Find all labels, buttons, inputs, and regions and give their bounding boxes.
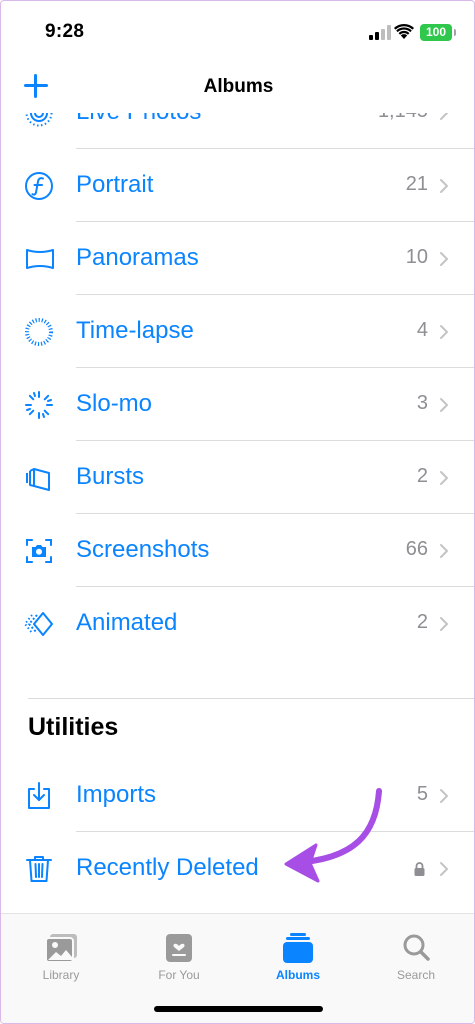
utility-label: Recently Deleted xyxy=(76,854,259,881)
utility-count: 5 xyxy=(416,783,428,805)
media-type-slo-mo[interactable]: Slo-mo 3 xyxy=(1,368,474,441)
media-type-bursts[interactable]: Bursts 2 xyxy=(1,441,474,514)
media-type-count: 2 xyxy=(416,611,428,633)
chevron-right-icon xyxy=(440,325,448,339)
chevron-right-icon xyxy=(440,617,448,631)
chevron-right-icon xyxy=(440,398,448,412)
tab-for-you[interactable]: For You xyxy=(120,928,238,988)
bursts-icon xyxy=(26,468,50,491)
media-type-label: Bursts xyxy=(76,463,145,490)
status-time: 9:28 xyxy=(45,21,85,42)
media-type-count: 4 xyxy=(416,319,428,341)
media-type-label: Slo-mo xyxy=(76,390,153,417)
chevron-right-icon xyxy=(440,252,448,266)
chevron-right-icon xyxy=(440,862,448,876)
media-type-time-lapse[interactable]: Time-lapse 4 xyxy=(1,295,474,368)
navigation-bar: Albums xyxy=(1,63,474,113)
media-type-label: Panoramas xyxy=(76,244,199,271)
tab-label: Search xyxy=(396,968,436,982)
search-icon xyxy=(403,934,430,961)
import-icon xyxy=(28,782,50,809)
cellular-signal-icon xyxy=(369,25,391,40)
phone-screen: 9:28 100 Live Photos 1,145 xyxy=(0,0,475,1024)
tab-search[interactable]: Search xyxy=(357,928,474,988)
wifi-icon xyxy=(394,24,414,39)
chevron-right-icon xyxy=(440,179,448,193)
screenshot-icon xyxy=(26,539,52,563)
tab-label: Library xyxy=(42,968,80,982)
page-title: Albums xyxy=(203,76,274,97)
media-type-count: 2 xyxy=(416,465,428,487)
utility-recently-deleted[interactable]: Recently Deleted xyxy=(1,832,474,905)
status-bar: 9:28 100 xyxy=(1,1,474,63)
chevron-right-icon xyxy=(440,544,448,558)
utility-imports[interactable]: Imports 5 xyxy=(1,759,474,832)
library-icon xyxy=(45,934,77,963)
tab-library[interactable]: Library xyxy=(2,928,120,988)
section-title-utilities: Utilities xyxy=(28,713,119,741)
tab-label: For You xyxy=(158,968,200,982)
media-type-count: 21 xyxy=(405,173,428,195)
media-type-count: 3 xyxy=(416,392,428,414)
albums-icon xyxy=(283,933,313,963)
media-type-screenshots[interactable]: Screenshots 66 xyxy=(1,514,474,587)
chevron-right-icon xyxy=(440,471,448,485)
tab-albums[interactable]: Albums xyxy=(239,928,357,988)
media-type-count: 66 xyxy=(405,538,428,560)
utility-label: Imports xyxy=(76,781,157,808)
home-indicator xyxy=(154,1006,323,1012)
media-type-label: Time-lapse xyxy=(76,317,194,344)
panorama-icon xyxy=(26,249,54,269)
animated-icon xyxy=(24,612,53,636)
lock-icon xyxy=(414,862,425,876)
media-type-label: Portrait xyxy=(76,171,154,198)
tab-label: Albums xyxy=(275,968,320,982)
battery-indicator: 100 xyxy=(420,24,456,41)
section-divider xyxy=(28,698,474,699)
portrait-icon xyxy=(25,172,53,200)
trash-icon xyxy=(26,856,52,882)
media-type-panoramas[interactable]: Panoramas 10 xyxy=(1,222,474,295)
media-type-label: Animated xyxy=(76,609,178,636)
for-you-icon xyxy=(166,934,192,962)
timelapse-icon xyxy=(25,318,53,346)
media-type-portrait[interactable]: Portrait 21 xyxy=(1,149,474,222)
media-type-animated[interactable]: Animated 2 xyxy=(1,587,474,660)
media-type-label: Screenshots xyxy=(76,536,210,563)
arrow-icon xyxy=(284,788,382,883)
chevron-right-icon xyxy=(440,789,448,803)
media-type-count: 10 xyxy=(405,246,428,268)
slomo-icon xyxy=(25,391,53,419)
